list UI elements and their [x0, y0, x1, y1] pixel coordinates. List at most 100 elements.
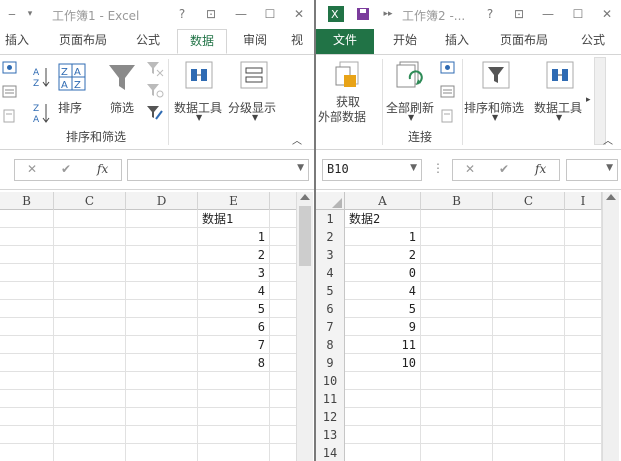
- grid-cell[interactable]: [126, 282, 198, 300]
- grid-cell[interactable]: [493, 246, 565, 264]
- tab-insert[interactable]: 插入: [440, 29, 474, 54]
- connections-icon[interactable]: [2, 61, 18, 75]
- grid-cell[interactable]: [126, 372, 198, 390]
- ribbon-display-icon[interactable]: ⊡: [201, 5, 221, 23]
- grid-cell[interactable]: [54, 372, 126, 390]
- grid-cell[interactable]: [493, 426, 565, 444]
- expand-formula-icon[interactable]: ▼: [297, 163, 304, 173]
- reapply-icon[interactable]: [146, 83, 164, 99]
- maximize-icon[interactable]: ☐: [568, 5, 588, 23]
- data-tools-button[interactable]: 数据工具 ▼: [172, 61, 226, 127]
- left-vertical-scrollbar[interactable]: [296, 192, 313, 461]
- quick-access-dropdown-icon[interactable]: ‒: [2, 5, 22, 23]
- formula-input[interactable]: ▼: [566, 159, 618, 181]
- grid-cell[interactable]: [126, 300, 198, 318]
- maximize-icon[interactable]: ☐: [260, 5, 280, 23]
- close-icon[interactable]: ✕: [289, 5, 309, 23]
- grid-cell[interactable]: 5: [345, 300, 421, 318]
- tab-view[interactable]: 视: [287, 29, 307, 54]
- sort-button[interactable]: ZAAZ 排序: [56, 61, 86, 121]
- formula-bar-grip-icon[interactable]: ⋮: [432, 161, 444, 175]
- grid-cell[interactable]: 4: [198, 282, 270, 300]
- edit-links-icon[interactable]: [2, 109, 18, 123]
- row-header[interactable]: 5: [316, 282, 345, 300]
- grid-cell[interactable]: [0, 408, 54, 426]
- tab-page-layout[interactable]: 页面布局: [496, 29, 552, 54]
- tab-formulas[interactable]: 公式: [128, 29, 168, 54]
- grid-cell[interactable]: [0, 246, 54, 264]
- grid-cell[interactable]: [0, 210, 54, 228]
- insert-function-icon[interactable]: fx: [535, 162, 546, 176]
- grid-cell[interactable]: [54, 282, 126, 300]
- grid-cell[interactable]: [421, 246, 493, 264]
- minimize-icon[interactable]: —: [538, 5, 558, 23]
- grid-cell[interactable]: [198, 426, 270, 444]
- grid-cell[interactable]: [421, 390, 493, 408]
- row-header[interactable]: 3: [316, 246, 345, 264]
- grid-cell[interactable]: [421, 300, 493, 318]
- help-icon[interactable]: ?: [172, 5, 192, 23]
- more-commands-icon[interactable]: ▸▸: [378, 5, 398, 23]
- grid-cell[interactable]: [345, 408, 421, 426]
- name-box-dropdown-icon[interactable]: ▼: [410, 163, 417, 173]
- grid-cell[interactable]: [493, 318, 565, 336]
- row-header[interactable]: 12: [316, 408, 345, 426]
- row-header[interactable]: 2: [316, 228, 345, 246]
- grid-cell[interactable]: 2: [198, 246, 270, 264]
- outline-button[interactable]: 分级显示 ▼: [228, 61, 282, 127]
- formula-input[interactable]: ▼: [127, 159, 309, 181]
- grid-cell[interactable]: 1: [345, 228, 421, 246]
- grid-cell[interactable]: [493, 336, 565, 354]
- grid-cell[interactable]: [126, 246, 198, 264]
- grid-cell[interactable]: [0, 372, 54, 390]
- grid-cell[interactable]: [565, 228, 602, 246]
- row-header[interactable]: 14: [316, 444, 345, 461]
- grid-cell[interactable]: [565, 282, 602, 300]
- grid-cell[interactable]: [493, 210, 565, 228]
- grid-cell[interactable]: [493, 408, 565, 426]
- minimize-icon[interactable]: —: [231, 5, 251, 23]
- grid-cell[interactable]: [54, 354, 126, 372]
- grid-cell[interactable]: [54, 246, 126, 264]
- grid-cell[interactable]: [126, 426, 198, 444]
- grid-cell[interactable]: [126, 354, 198, 372]
- help-icon[interactable]: ?: [480, 5, 500, 23]
- row-header[interactable]: 10: [316, 372, 345, 390]
- grid-cell[interactable]: [54, 336, 126, 354]
- grid-cell[interactable]: [421, 372, 493, 390]
- scroll-up-icon[interactable]: [606, 194, 616, 200]
- grid-cell[interactable]: [54, 318, 126, 336]
- grid-cell[interactable]: [126, 264, 198, 282]
- grid-cell[interactable]: 4: [345, 282, 421, 300]
- get-external-data-button[interactable]: 获取 外部数据: [318, 61, 380, 127]
- grid-cell[interactable]: [421, 228, 493, 246]
- grid-cell[interactable]: [0, 300, 54, 318]
- grid-cell[interactable]: [54, 264, 126, 282]
- clear-filter-icon[interactable]: [146, 61, 164, 77]
- tab-review[interactable]: 审阅: [234, 29, 276, 54]
- grid-cell[interactable]: [126, 336, 198, 354]
- grid-cell[interactable]: [54, 228, 126, 246]
- grid-cell[interactable]: 6: [198, 318, 270, 336]
- select-all-corner[interactable]: [316, 192, 345, 210]
- grid-cell[interactable]: 8: [198, 354, 270, 372]
- grid-cell[interactable]: [421, 210, 493, 228]
- grid-cell[interactable]: [0, 444, 54, 461]
- grid-cell[interactable]: [126, 444, 198, 461]
- scroll-thumb[interactable]: [299, 206, 311, 266]
- collapse-ribbon-icon[interactable]: ︿: [603, 132, 613, 147]
- grid-cell[interactable]: [54, 408, 126, 426]
- grid-cell[interactable]: 10: [345, 354, 421, 372]
- column-header-d[interactable]: D: [126, 192, 198, 210]
- grid-cell[interactable]: [565, 426, 602, 444]
- column-header-c[interactable]: C: [54, 192, 126, 210]
- grid-cell[interactable]: [0, 318, 54, 336]
- grid-cell[interactable]: [565, 408, 602, 426]
- grid-cell[interactable]: [421, 282, 493, 300]
- grid-cell[interactable]: [565, 372, 602, 390]
- grid-cell[interactable]: 9: [345, 318, 421, 336]
- grid-cell[interactable]: [493, 264, 565, 282]
- row-header[interactable]: 9: [316, 354, 345, 372]
- filter-button[interactable]: 筛选: [106, 61, 140, 121]
- scroll-up-icon[interactable]: [300, 194, 310, 200]
